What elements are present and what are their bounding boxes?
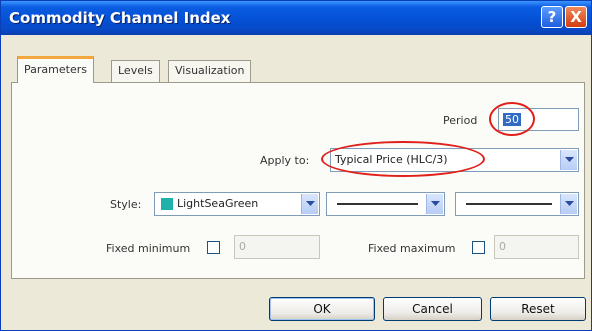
apply-to-label: Apply to: xyxy=(260,154,310,167)
parameters-panel: Period 50 Apply to: Typical Price (HLC/3… xyxy=(11,82,585,279)
help-button[interactable]: ? xyxy=(541,6,563,28)
fixed-maximum-input[interactable]: 0 xyxy=(494,235,579,259)
fixed-minimum-checkbox[interactable] xyxy=(207,241,220,254)
cancel-button[interactable]: Cancel xyxy=(383,297,482,321)
line-style-select[interactable] xyxy=(326,192,445,216)
fixed-maximum-label: Fixed maximum xyxy=(368,242,456,255)
apply-to-select[interactable]: Typical Price (HLC/3) xyxy=(330,148,579,172)
period-value: 50 xyxy=(503,113,521,126)
fixed-minimum-input[interactable]: 0 xyxy=(234,235,320,259)
window-title: Commodity Channel Index xyxy=(9,9,231,27)
tab-levels[interactable]: Levels xyxy=(111,60,160,82)
tab-visualization[interactable]: Visualization xyxy=(168,60,252,82)
chevron-down-icon[interactable] xyxy=(560,150,577,170)
period-input[interactable]: 50 xyxy=(498,108,579,131)
tab-parameters[interactable]: Parameters xyxy=(17,56,94,83)
fixed-minimum-value: 0 xyxy=(239,240,246,253)
close-button[interactable]: X xyxy=(565,6,587,28)
style-color-select[interactable]: LightSeaGreen xyxy=(154,192,320,216)
apply-to-value: Typical Price (HLC/3) xyxy=(335,153,448,166)
dialog-window: Commodity Channel Index ? X Parameters L… xyxy=(0,0,592,331)
chevron-down-icon[interactable] xyxy=(301,194,318,214)
ok-button[interactable]: OK xyxy=(269,297,375,321)
line-width-select[interactable] xyxy=(455,192,579,216)
line-style-sample xyxy=(337,203,418,205)
fixed-minimum-label: Fixed minimum xyxy=(106,242,191,255)
line-width-sample xyxy=(466,203,552,205)
chevron-down-icon[interactable] xyxy=(560,194,577,214)
chevron-down-icon[interactable] xyxy=(426,194,443,214)
title-bar[interactable]: Commodity Channel Index ? X xyxy=(1,1,591,35)
style-color-value: LightSeaGreen xyxy=(177,197,259,210)
style-label: Style: xyxy=(110,198,142,211)
fixed-maximum-checkbox[interactable] xyxy=(472,241,485,254)
reset-button[interactable]: Reset xyxy=(490,297,586,321)
period-label: Period xyxy=(443,114,478,127)
fixed-maximum-value: 0 xyxy=(499,240,506,253)
color-swatch xyxy=(161,198,173,210)
